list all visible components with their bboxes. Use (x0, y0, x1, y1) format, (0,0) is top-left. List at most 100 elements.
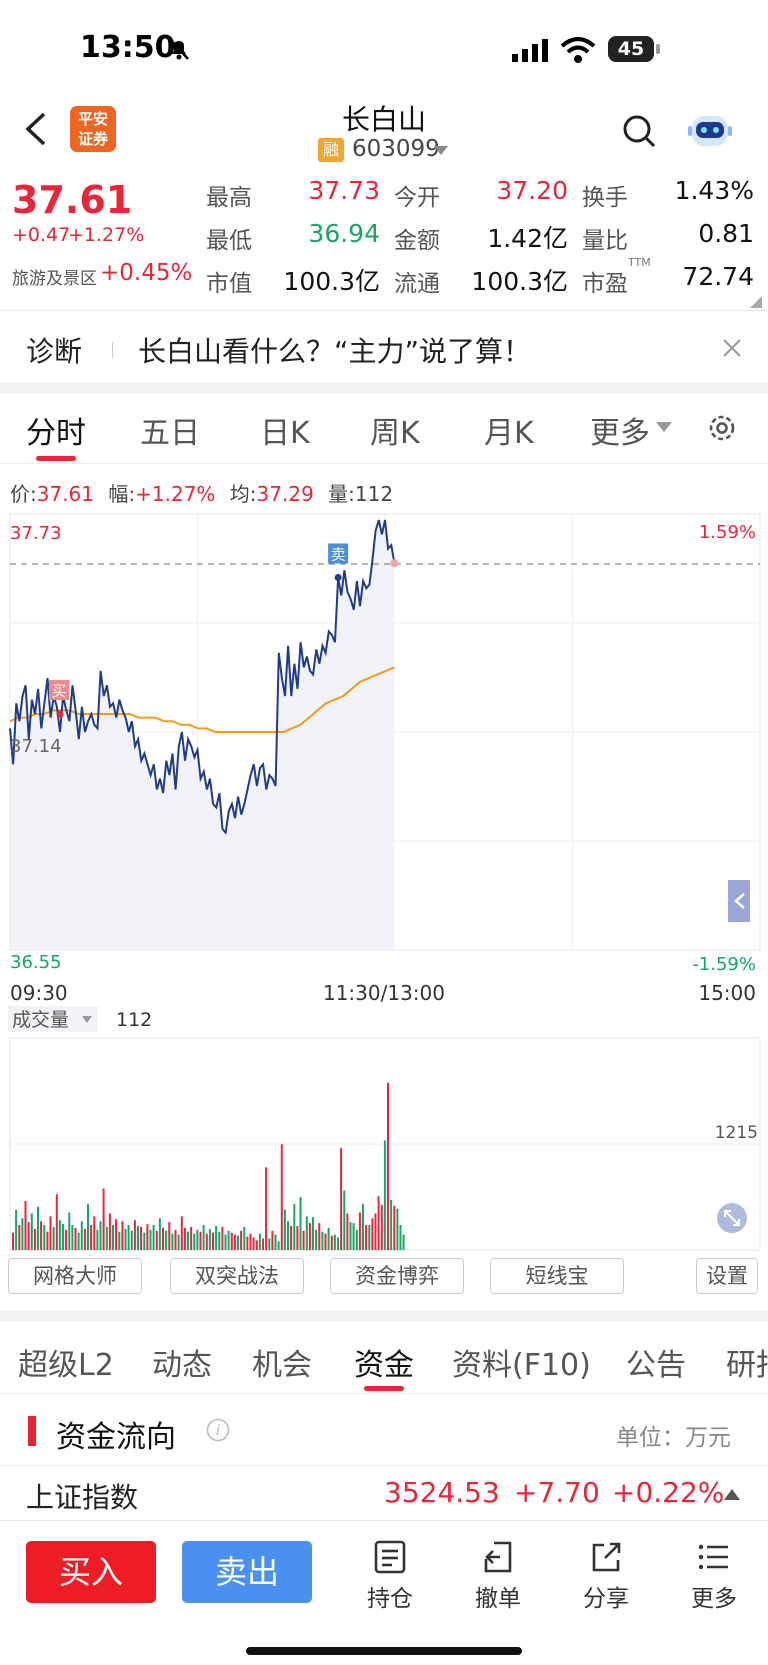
more-button[interactable]: 更多 (674, 1539, 754, 1613)
fund-tab-indicator (364, 1386, 404, 1391)
volume-bar (180, 1216, 183, 1250)
volume-chart[interactable]: 成交量 112 1215 (0, 1004, 768, 1254)
grid-master-button[interactable]: 网格大师 (8, 1258, 142, 1294)
volume-bar (390, 1200, 393, 1250)
tab-weekly-k[interactable]: 周K (370, 408, 420, 452)
tab-news[interactable]: 动态 (152, 1340, 212, 1384)
volume-bar (99, 1221, 102, 1250)
tab-daily-k[interactable]: 日K (260, 408, 310, 452)
diagnosis-banner[interactable]: 诊断 长白山看什么？“主力”说了算！ (0, 312, 768, 382)
volume-bar (108, 1213, 111, 1250)
volume-bar (402, 1234, 405, 1250)
settings-button[interactable]: 设置 (696, 1258, 758, 1294)
expand-corner-icon[interactable] (750, 296, 762, 308)
volume-bar (68, 1212, 71, 1250)
price-change: +0.47 (12, 224, 71, 246)
volume-bar (52, 1226, 55, 1250)
sell-point (334, 573, 342, 581)
holdings-button[interactable]: 持仓 (350, 1539, 430, 1613)
info-avg-label: 均: (229, 482, 257, 506)
volume-bar (133, 1220, 136, 1250)
volume-bar (127, 1225, 130, 1250)
triangle-up-icon[interactable] (724, 1488, 740, 1500)
double-break-button[interactable]: 双突战法 (170, 1258, 304, 1294)
info-vol: 112 (354, 482, 394, 506)
volume-bar (196, 1229, 199, 1250)
volume-bar (252, 1237, 255, 1250)
volume-bar (190, 1226, 193, 1250)
tab-more[interactable]: 更多 (590, 408, 650, 452)
chevron-down-icon[interactable] (656, 422, 672, 434)
side-drawer-handle[interactable] (728, 880, 750, 922)
high-value: 37.73 (308, 176, 380, 205)
share-button[interactable]: 分享 (566, 1539, 646, 1613)
close-icon[interactable] (722, 338, 742, 358)
search-icon[interactable] (622, 114, 656, 148)
volume-bar (377, 1196, 380, 1250)
volume-bar (146, 1224, 149, 1250)
more-label: 更多 (691, 1586, 737, 1612)
volume-bar (46, 1231, 49, 1250)
volume-bar (271, 1230, 274, 1250)
volume-bar (327, 1227, 330, 1250)
volume-bar (265, 1167, 268, 1250)
index-name: 上证指数 (26, 1481, 139, 1514)
robot-assistant-icon[interactable] (686, 108, 734, 152)
tab-super-l2[interactable]: 超级L2 (18, 1340, 114, 1384)
open-label: 今开 (394, 185, 440, 211)
volume-bar (102, 1188, 105, 1250)
svg-text:i: i (216, 1423, 220, 1439)
volume-bar (358, 1212, 361, 1250)
sector-name[interactable]: 旅游及景区 (12, 264, 97, 289)
volume-bar (387, 1082, 389, 1250)
volume-bar (83, 1228, 86, 1250)
tab-monthly-k[interactable]: 月K (484, 408, 534, 452)
volume-bar (202, 1225, 205, 1250)
pe-value: 72.74 (682, 262, 754, 291)
tab-f10[interactable]: 资料(F10) (452, 1340, 591, 1384)
tools-row: 网格大师 双突战法 资金博弈 短线宝 设置 (0, 1258, 768, 1298)
chart-tabs: 分时 五日 日K 周K 月K 更多 (0, 394, 768, 464)
price-change-pct: +1.27% (68, 224, 145, 246)
tab-announcement[interactable]: 公告 (626, 1340, 686, 1384)
cancel-order-button[interactable]: 撤单 (458, 1539, 538, 1613)
sell-button[interactable]: 卖出 (182, 1541, 312, 1603)
section-marker (28, 1416, 36, 1446)
tab-intraday[interactable]: 分时 (26, 408, 86, 452)
volume-bar (21, 1218, 24, 1250)
volume-bar (15, 1209, 18, 1250)
tab-fund[interactable]: 资金 (354, 1340, 414, 1384)
volume-bar (208, 1228, 211, 1250)
document-icon (374, 1540, 406, 1574)
volume-bar (246, 1236, 249, 1250)
intraday-chart[interactable]: 37.73 37.14 36.55 1.59% -1.59% 买卖 09:30 … (0, 512, 768, 1002)
undo-icon (484, 1541, 512, 1573)
volume-bar (183, 1227, 186, 1250)
volume-bar (274, 1234, 277, 1250)
fund-game-button[interactable]: 资金博弈 (330, 1258, 464, 1294)
fund-flow-header: 资金流向 i 单位：万元 (0, 1396, 768, 1466)
short-line-button[interactable]: 短线宝 (490, 1258, 624, 1294)
current-price: 37.61 (12, 178, 133, 222)
volume-bar (258, 1233, 261, 1250)
volume-bar (380, 1204, 383, 1250)
volume-bar (137, 1226, 139, 1250)
turnover-label: 换手 (582, 185, 628, 211)
tab-opportunity[interactable]: 机会 (252, 1340, 312, 1384)
high-label: 最高 (206, 185, 252, 211)
code-dropdown-icon[interactable] (434, 146, 448, 156)
buy-button[interactable]: 买入 (26, 1541, 156, 1603)
volume-bar (255, 1240, 258, 1250)
cellular-signal-icon (512, 39, 548, 62)
volume-bar (243, 1226, 246, 1250)
tab-five-day[interactable]: 五日 (140, 408, 200, 452)
gear-icon[interactable] (706, 412, 738, 444)
volume-bar (346, 1213, 349, 1250)
status-bar: 13:50 45 (0, 0, 768, 96)
index-row[interactable]: 上证指数 3524.53 +7.70 +0.22% (0, 1466, 768, 1520)
volume-bar (152, 1225, 155, 1250)
volume-bar (277, 1241, 280, 1250)
volume-bar (224, 1234, 227, 1250)
tab-research[interactable]: 研报 (726, 1340, 768, 1384)
info-icon[interactable]: i (206, 1418, 230, 1442)
